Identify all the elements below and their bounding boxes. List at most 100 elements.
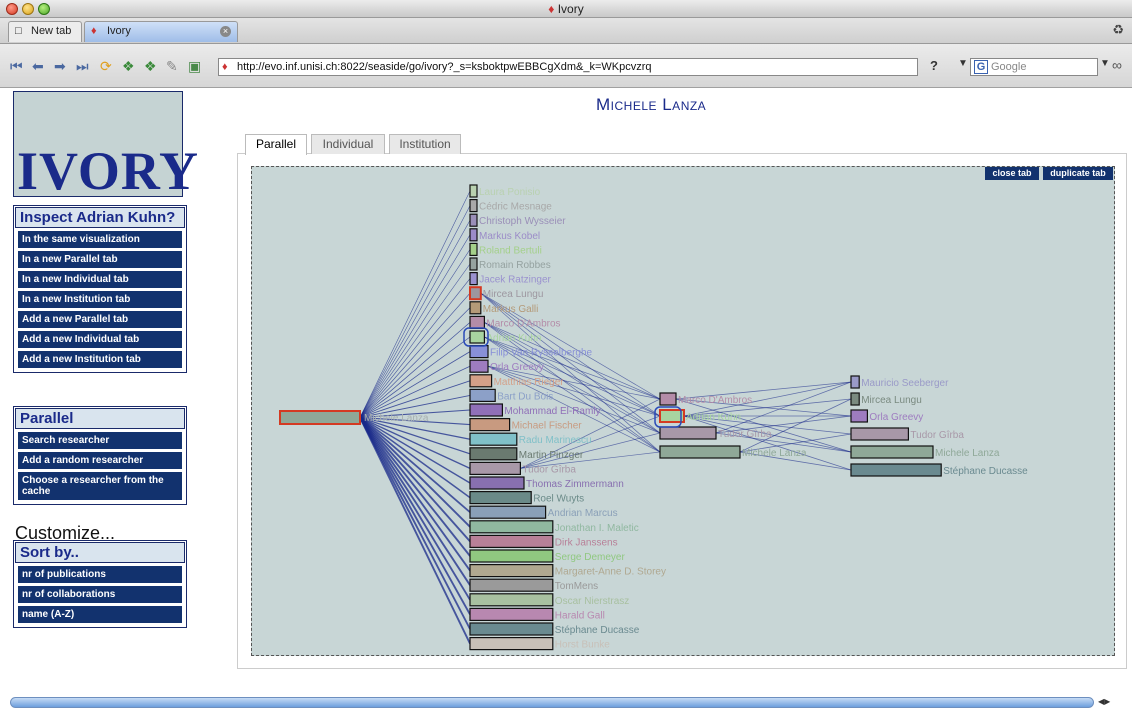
col1-markus-kobel-label: Markus Kobel [479,231,540,242]
col3-orla-greevy-bar [850,409,868,423]
col1-christoph-wysseier-label: Christoph Wysseier [479,216,566,227]
col1-michael-fischer-label: Michael Fischer [512,421,583,432]
col1-jacek-ratzinger-bar [469,272,478,286]
col1-mircea-lungu-bar [469,286,482,301]
col1-tommens-label: TomMens [555,581,598,592]
col1-andrian-marcus-label: Andrian Marcus [548,508,618,519]
col2-tudor-gi-rba-bar [659,426,717,440]
col2-michele-lanza-bar [659,445,741,459]
col3-mauricio-seeberger-label: Mauricio Seeberger [861,378,949,389]
edge-root-christoph-wysseier [359,220,471,418]
root-node-label: Michele Lanza [364,413,429,424]
edge-root-adrian-kuhn [359,336,471,418]
col1-mohammad-el-ramly-bar [469,403,504,417]
col1-roland-bertuli-bar [469,242,478,256]
col1-jacek-ratzinger-label: Jacek Ratzinger [479,275,551,286]
col1-laura-ponisio-bar [469,184,478,198]
col3-ste-phane-ducasse-bar [850,463,942,477]
col1-tudor-gi-rba-label: Tudor Gîrba [522,464,576,475]
col3-michele-lanza-bar [850,445,934,459]
col1-harald-gall-bar [469,607,554,622]
col1-orla-greevy-label: Orla Greevy [490,362,544,373]
edge-root-harald-gall [359,417,471,615]
col1-filip-van-rysselberghe-label: Filip Van Rysselberghe [490,348,593,359]
col1-matthias-rieger-bar [469,374,493,388]
col1-oscar-nierstrasz-label: Oscar Nierstrasz [555,596,629,607]
edge-root-filip-van-rysselberghe [359,351,471,418]
col1-orla-greevy-bar [469,359,489,373]
col1-ce-dric-mesnage-label: Cédric Mesnage [479,202,552,213]
col1-radu-marinescu-label: Radu Marinescu [519,435,592,446]
col1-filip-van-rysselberghe-bar [469,345,489,359]
col1-serge-demeyer-label: Serge Demeyer [555,552,626,563]
col1-adrian-kuhn-bar [469,330,485,344]
col1-laura-ponisio-label: Laura Ponisio [479,187,541,198]
collaboration-graph: Michele Lanza Laura Ponisio Cédric Mesnage… [279,184,1028,651]
edge-root-andrian-marcus [359,416,471,513]
edge-root-oscar-nierstrasz [359,417,471,601]
col1-michael-fischer-bar [469,418,511,432]
horizontal-scrollbar[interactable] [10,697,1094,708]
col1-ste-phane-ducasse-label: Stéphane Ducasse [555,625,640,636]
nodes: Michele Lanza Laura Ponisio Cédric Mesnage… [279,184,1028,651]
col2-marco-d-ambros-bar [659,392,677,406]
edge-tudor-gi-rba-mauricio-seeberger [715,381,852,434]
col1-tudor-gi-rba-bar [469,461,522,475]
col1-tommens-bar [469,578,554,592]
col1-margaret-anne-d-storey-label: Margaret-Anne D. Storey [555,567,666,578]
col2-michele-lanza-label: Michele Lanza [742,448,807,459]
col1-horst-bunke-bar [469,636,554,651]
col1-christoph-wysseier-bar [469,213,478,227]
edge-root-margaret-anne-d-storey [359,416,471,572]
col2-marco-d-ambros-label: Marco D'Ambros [678,395,752,406]
col1-thomas-zimmermann-bar [469,476,525,490]
edge-root-horst-bunke [359,417,471,645]
col1-margaret-anne-d-storey-bar [469,563,554,578]
col3-tudor-gi-rba-bar [850,427,910,441]
col1-markus-galli-label: Markus Galli [483,304,539,315]
col1-ste-phane-ducasse-bar [469,622,554,636]
col3-michele-lanza-label: Michele Lanza [935,448,1000,459]
edge-root-marco-d-ambros [359,322,471,418]
col3-mircea-lungu-bar [850,392,860,406]
edge-marco-d-ambros-michele-lanza [675,398,852,453]
col3-mauricio-seeberger-bar [850,375,860,389]
col1-marco-d-ambros-bar [469,315,485,329]
col1-oscar-nierstrasz-bar [469,593,554,607]
col1-serge-demeyer-bar [469,549,554,563]
col3-tudor-gi-rba-label: Tudor Gîrba [910,430,964,441]
col1-bart-du-bois-bar [469,388,496,402]
col1-jonathan-i-maletic-bar [469,520,554,534]
col1-ce-dric-mesnage-bar [469,199,478,213]
col1-jonathan-i-maletic-label: Jonathan I. Maletic [555,523,639,534]
edge-root-romain-robbes [359,263,471,418]
edge-root-serge-demeyer [359,416,471,557]
col1-radu-marinescu-bar [469,432,518,446]
col1-markus-kobel-bar [469,228,478,242]
col3-mircea-lungu-label: Mircea Lungu [861,395,922,406]
col3-orla-greevy-label: Orla Greevy [869,412,923,423]
col1-adrian-kuhn-label: Adrian Kuhn [486,333,541,344]
edge-root-jacek-ratzinger [359,278,471,418]
col1-roel-wuyts-bar [469,491,532,505]
col1-romain-robbes-label: Romain Robbes [479,260,551,271]
col1-mohammad-el-ramly-label: Mohammad El-Ramly [504,406,600,417]
edge-root-laura-ponisio [359,190,471,418]
col1-dirk-janssens-label: Dirk Janssens [555,537,618,548]
col1-roland-bertuli-label: Roland Bertuli [479,245,542,256]
edge-root-markus-kobel [359,234,471,418]
col1-thomas-zimmermann-label: Thomas Zimmermann [526,479,624,490]
col1-horst-bunke-label: Horst Bunke [555,640,610,651]
col1-harald-gall-label: Harald Gall [555,610,605,621]
col1-roel-wuyts-label: Roel Wuyts [533,494,584,505]
col1-mircea-lungu-label: Mircea Lungu [483,289,544,300]
col1-andrian-marcus-bar [469,505,547,519]
edge-adrian-kuhn-ste-phane-ducasse [683,415,852,471]
root-node-bar [279,410,361,425]
edge-root-markus-galli [359,307,471,418]
col1-dirk-janssens-bar [469,534,554,549]
col2-adrian-kuhn-label: Adrian Kuhn [686,412,741,423]
col1-matthias-rieger-label: Matthias Rieger [494,377,565,388]
col2-tudor-gi-rba-label: Tudor Gîrba [718,429,772,440]
scroll-arrows-icon[interactable]: ◀▶ [1098,697,1110,706]
